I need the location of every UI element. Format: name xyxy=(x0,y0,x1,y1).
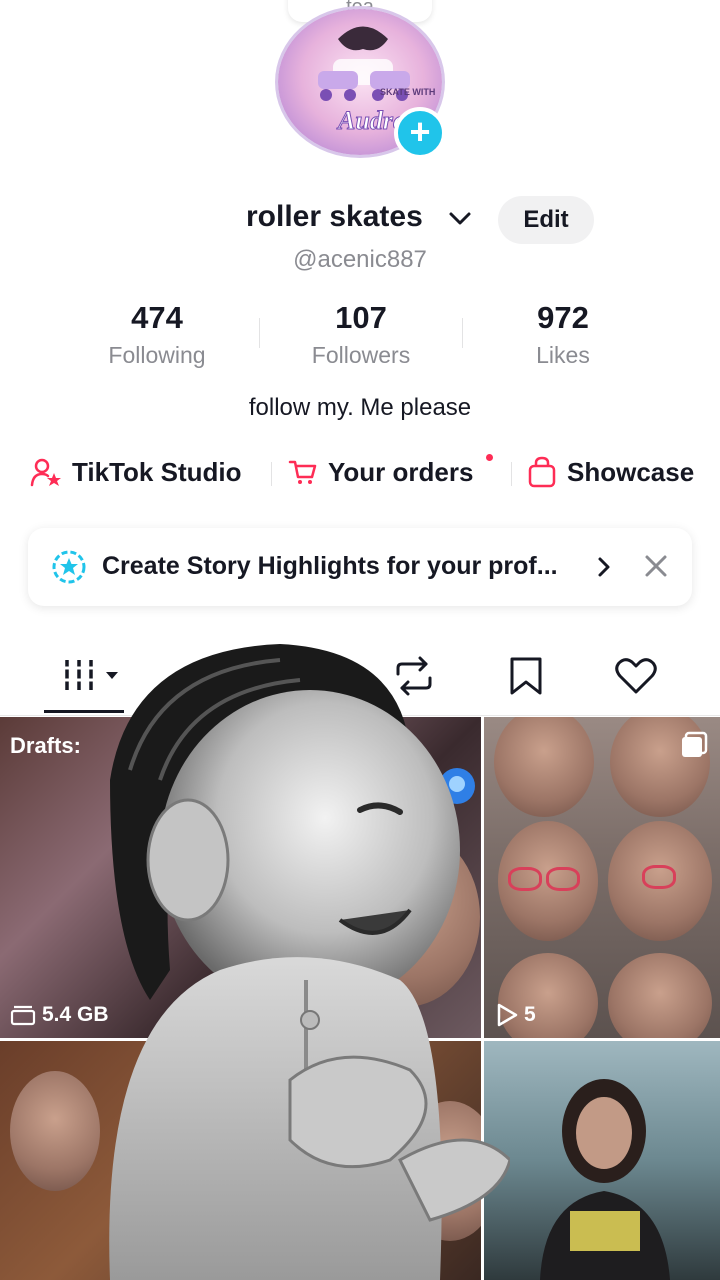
storage-icon xyxy=(10,1005,36,1026)
shopping-bag-icon xyxy=(528,456,556,488)
stat-value: 474 xyxy=(131,300,183,335)
avatar-text-top: SKATE WITH xyxy=(380,87,435,97)
glasses-graphic xyxy=(508,867,542,891)
play-count-value: 5 xyxy=(524,1003,536,1026)
divider xyxy=(511,462,512,486)
video-thumbnail xyxy=(540,1079,670,1280)
divider xyxy=(462,318,463,348)
highlight-star-icon xyxy=(52,550,86,584)
stat-value: 972 xyxy=(537,300,589,335)
stat-label: Followers xyxy=(311,342,411,368)
story-highlights-banner[interactable]: Create Story Highlights for your prof... xyxy=(28,528,692,606)
overlay-photo xyxy=(109,644,510,1280)
bookmark-icon[interactable] xyxy=(508,656,544,696)
showcase-link[interactable]: Showcase xyxy=(527,450,694,494)
studio-label: TikTok Studio xyxy=(72,456,242,487)
username: @acenic887 xyxy=(293,246,427,273)
video-tile[interactable] xyxy=(484,1041,720,1280)
stat-following[interactable]: 474 Following xyxy=(67,300,247,369)
tiktok-studio-link[interactable]: TikTok Studio xyxy=(30,450,241,494)
highlight-banner-text: Create Story Highlights for your prof... xyxy=(102,552,558,580)
stat-followers[interactable]: 107 Followers xyxy=(271,300,451,369)
edit-profile-button[interactable]: Edit xyxy=(498,196,594,244)
chevron-down-icon[interactable] xyxy=(448,208,472,228)
add-avatar-button[interactable]: + xyxy=(394,107,446,159)
stat-label: Likes xyxy=(536,342,590,368)
showcase-label: Showcase xyxy=(567,456,695,487)
chevron-right-icon[interactable] xyxy=(596,554,612,580)
your-orders-link[interactable]: Your orders xyxy=(288,450,473,494)
close-icon[interactable] xyxy=(642,552,670,580)
orders-label: Your orders xyxy=(328,456,474,487)
glasses-graphic xyxy=(642,865,676,889)
studio-person-icon xyxy=(30,458,61,487)
divider xyxy=(271,462,272,486)
profile-name-row: roller skates Edit xyxy=(0,196,720,244)
heart-icon[interactable] xyxy=(614,656,658,696)
profile-links: TikTok Studio Your orders Showcase xyxy=(0,450,720,494)
video-tile[interactable]: 5 xyxy=(484,717,720,1038)
display-name[interactable]: roller skates xyxy=(246,200,423,234)
stat-likes[interactable]: 972 Likes xyxy=(473,300,653,369)
stat-label: Following xyxy=(108,342,206,368)
cart-icon xyxy=(288,460,317,484)
multi-photo-icon xyxy=(682,731,708,757)
bio: follow my. Me please xyxy=(248,394,472,421)
glasses-graphic xyxy=(546,867,580,891)
notification-dot xyxy=(486,454,493,461)
stat-value: 107 xyxy=(335,300,387,335)
profile-stats: 474 Following 107 Followers 972 Likes xyxy=(0,300,720,372)
thumbnail-face xyxy=(608,953,712,1038)
divider xyxy=(259,318,260,348)
